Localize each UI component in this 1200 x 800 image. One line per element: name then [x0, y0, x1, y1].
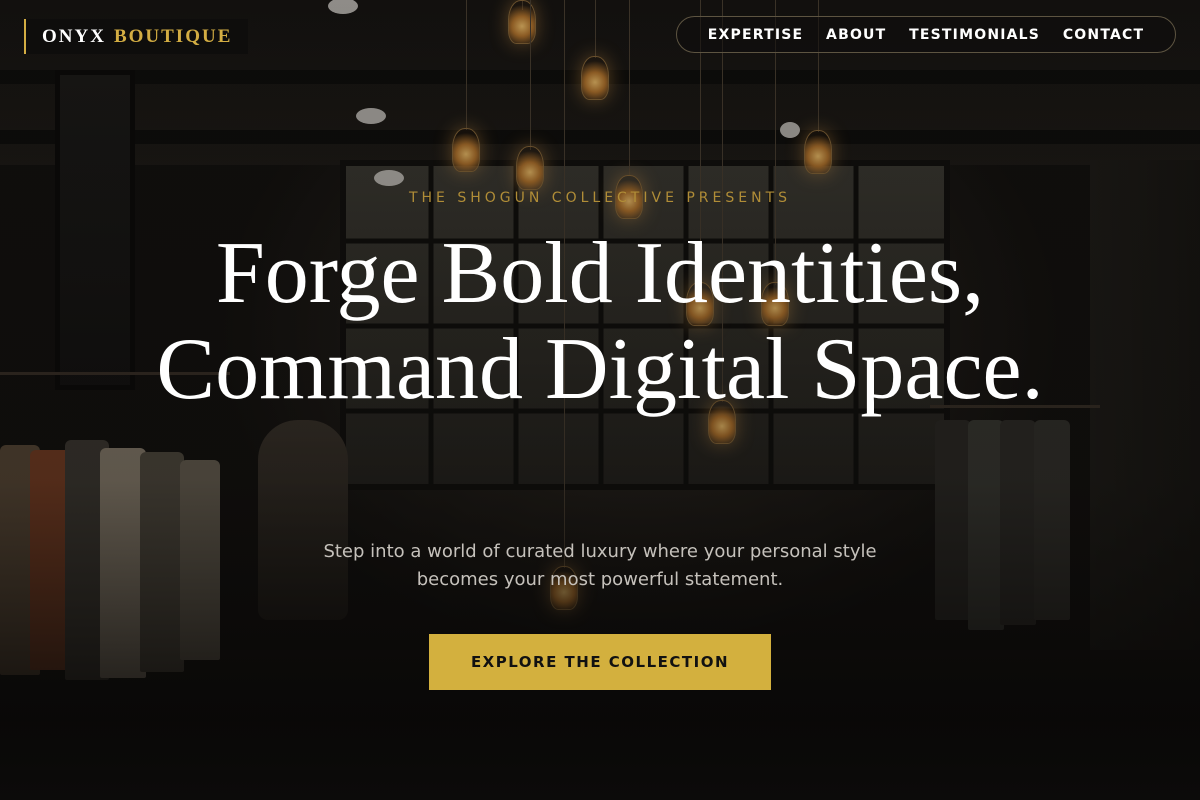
- brand-logo[interactable]: ONYX BOUTIQUE: [24, 19, 249, 54]
- nav-link-contact[interactable]: CONTACT: [1063, 27, 1144, 43]
- logo-text-accent: BOUTIQUE: [113, 25, 233, 47]
- hero-subtext: Step into a world of curated luxury wher…: [323, 541, 877, 590]
- nav-link-expertise[interactable]: EXPERTISE: [708, 27, 804, 43]
- nav-link-testimonials[interactable]: TESTIMONIALS: [909, 27, 1040, 43]
- explore-collection-button[interactable]: EXPLORE THE COLLECTION: [429, 634, 771, 690]
- hero-headline: Forge Bold Identities, Command Digital S…: [156, 225, 1044, 418]
- logo-text-primary: ONYX: [42, 25, 106, 47]
- nav-link-about[interactable]: ABOUT: [826, 27, 886, 43]
- hero-eyebrow: THE SHOGUN COLLECTIVE PRESENTS: [408, 190, 792, 206]
- main-navigation: EXPERTISE ABOUT TESTIMONIALS CONTACT: [676, 16, 1176, 53]
